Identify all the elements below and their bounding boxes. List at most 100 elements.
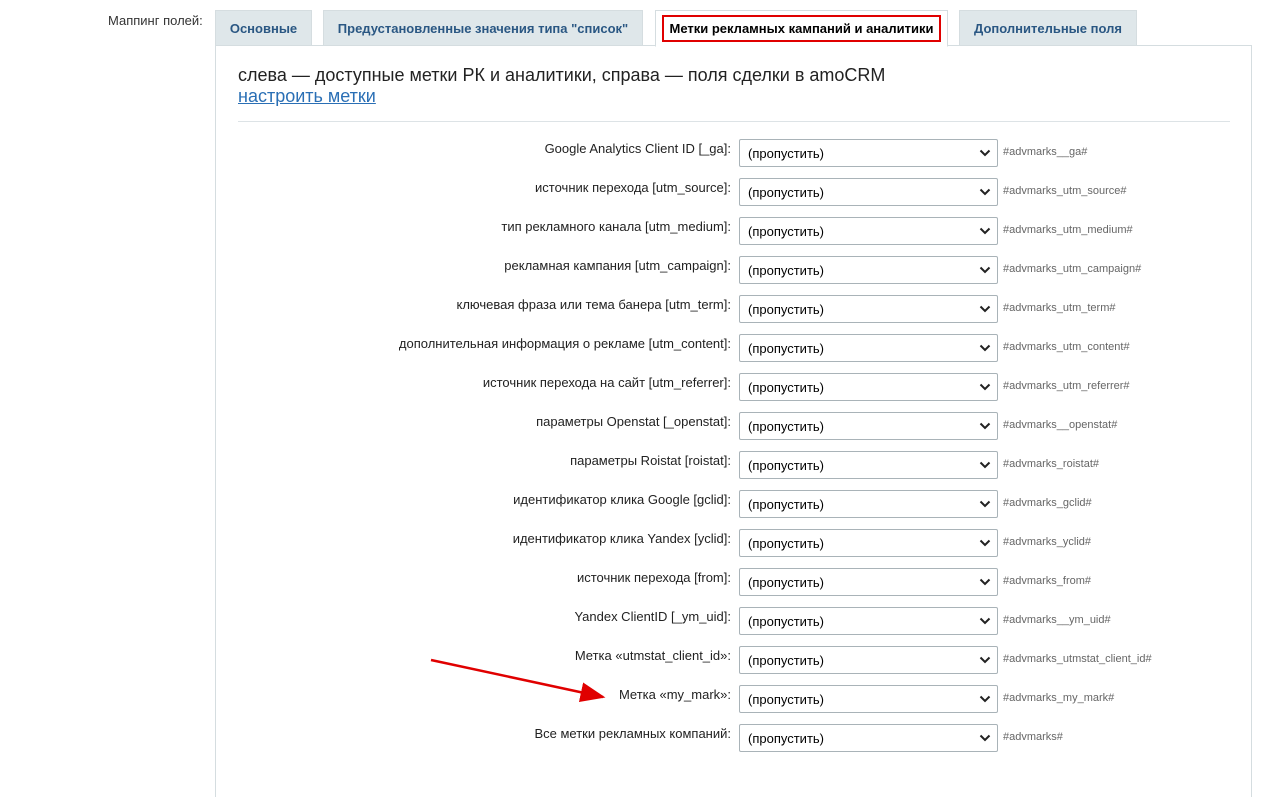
select-value: (пропустить) (748, 302, 824, 317)
select-value: (пропустить) (748, 185, 824, 200)
chevron-down-icon (979, 305, 991, 313)
field-code: #advmarks_utm_medium# (1003, 224, 1133, 236)
select-value: (пропустить) (748, 614, 824, 629)
select-value: (пропустить) (748, 731, 824, 746)
field-code: #advmarks__ym_uid# (1003, 614, 1111, 626)
mapping-row: идентификатор клика Google [gclid]: (проп… (216, 490, 1253, 520)
mapping-label: Маппинг полей: (108, 13, 203, 28)
select-value: (пропустить) (748, 458, 824, 473)
mapping-row: источник перехода [from]: (пропустить) #ad… (216, 568, 1253, 598)
select-value: (пропустить) (748, 419, 824, 434)
select-value: (пропустить) (748, 380, 824, 395)
mapping-row: Метка «utmstat_client_id»: (пропустить) #a… (216, 646, 1253, 676)
tab-ad-marks[interactable]: Метки рекламных кампаний и аналитики (655, 10, 948, 47)
field-label: ключевая фраза или тема банера [utm_term… (456, 297, 731, 312)
chevron-down-icon (979, 227, 991, 235)
field-label: Метка «my_mark»: (618, 687, 731, 702)
select-value: (пропустить) (748, 692, 824, 707)
tab-label: Предустановленные значения типа "список" (337, 20, 629, 36)
field-code: #advmarks_from# (1003, 575, 1092, 587)
chevron-down-icon (979, 617, 991, 625)
select-value: (пропустить) (748, 146, 824, 161)
field-select[interactable]: (пропустить) (739, 685, 998, 713)
select-value: (пропустить) (748, 575, 824, 590)
field-code: #advmarks_utm_source# (1003, 185, 1127, 197)
mapping-row: параметры Openstat [_openstat]: (пропусти… (216, 412, 1253, 442)
mapping-row: Yandex ClientID [_ym_uid]: (пропустить) #a… (216, 607, 1253, 637)
mapping-row: Google Analytics Client ID [_ga]: (пропус… (216, 139, 1253, 169)
field-label: тип рекламного канала [utm_medium]: (501, 219, 731, 234)
field-code: #advmarks_utm_term# (1003, 302, 1116, 314)
tab-label: Основные (229, 20, 298, 36)
mapping-row: параметры Roistat [roistat]: (пропустить)… (216, 451, 1253, 481)
field-label: источник перехода на сайт [utm_referrer]… (482, 375, 731, 390)
field-code: #advmarks_my_mark# (1003, 692, 1115, 704)
field-label: параметры Roistat [roistat]: (570, 453, 731, 468)
mapping-row: Все метки рекламных компаний: (пропустить… (216, 724, 1253, 754)
field-code: #advmarks_roistat# (1003, 458, 1099, 470)
mapping-panel: слева — доступные метки РК и аналитики, … (215, 45, 1252, 797)
mapping-row: Метка «my_mark»: (пропустить) #advmarks_my… (216, 685, 1253, 715)
tab-extra-fields[interactable]: Дополнительные поля (959, 10, 1137, 45)
chevron-down-icon (979, 188, 991, 196)
field-label: источник перехода [utm_source]: (535, 180, 731, 195)
chevron-down-icon (979, 500, 991, 508)
field-label: идентификатор клика Yandex [yclid]: (512, 531, 731, 546)
field-select[interactable]: (пропустить) (739, 529, 998, 557)
field-label: Метка «utmstat_client_id»: (574, 648, 731, 663)
mapping-row: ключевая фраза или тема банера [utm_term… (216, 295, 1253, 325)
select-value: (пропустить) (748, 536, 824, 551)
select-value: (пропустить) (748, 653, 824, 668)
field-label: рекламная кампания [utm_campaign]: (504, 258, 731, 273)
configure-marks-link[interactable]: настроить метки (238, 86, 376, 107)
tab-list-defaults[interactable]: Предустановленные значения типа "список" (323, 10, 643, 45)
select-value: (пропустить) (748, 497, 824, 512)
field-select[interactable]: (пропустить) (739, 646, 998, 674)
field-code: #advmarks_utmstat_client_id# (1003, 653, 1152, 665)
field-label: параметры Openstat [_openstat]: (536, 414, 731, 429)
field-select[interactable]: (пропустить) (739, 334, 998, 362)
divider (238, 121, 1230, 122)
chevron-down-icon (979, 578, 991, 586)
field-select[interactable]: (пропустить) (739, 412, 998, 440)
chevron-down-icon (979, 539, 991, 547)
field-select[interactable]: (пропустить) (739, 724, 998, 752)
chevron-down-icon (979, 149, 991, 157)
field-code: #advmarks_gclid# (1003, 497, 1092, 509)
tab-label: Метки рекламных кампаний и аналитики (662, 15, 941, 42)
page: Маппинг полей: Основные Предустановленны… (0, 0, 1262, 797)
mapping-row: идентификатор клика Yandex [yclid]: (проп… (216, 529, 1253, 559)
tab-basic[interactable]: Основные (215, 10, 312, 45)
field-select[interactable]: (пропустить) (739, 295, 998, 323)
field-label: идентификатор клика Google [gclid]: (513, 492, 731, 507)
chevron-down-icon (979, 422, 991, 430)
field-select[interactable]: (пропустить) (739, 256, 998, 284)
field-select[interactable]: (пропустить) (739, 490, 998, 518)
field-select[interactable]: (пропустить) (739, 607, 998, 635)
field-select[interactable]: (пропустить) (739, 451, 998, 479)
field-label: Google Analytics Client ID [_ga]: (544, 141, 731, 156)
chevron-down-icon (979, 266, 991, 274)
chevron-down-icon (979, 695, 991, 703)
field-code: #advmarks_utm_content# (1003, 341, 1130, 353)
chevron-down-icon (979, 383, 991, 391)
field-code: #advmarks_yclid# (1003, 536, 1092, 548)
field-select[interactable]: (пропустить) (739, 373, 998, 401)
field-code: #advmarks_utm_campaign# (1003, 263, 1142, 275)
mapping-row: тип рекламного канала [utm_medium]: (проп… (216, 217, 1253, 247)
tab-label: Дополнительные поля (974, 20, 1122, 36)
field-select[interactable]: (пропустить) (739, 139, 998, 167)
select-value: (пропустить) (748, 341, 824, 356)
field-label: дополнительная информация о рекламе [utm… (398, 336, 731, 351)
select-value: (пропустить) (748, 224, 824, 239)
field-select[interactable]: (пропустить) (739, 217, 998, 245)
field-code: #advmarks# (1003, 731, 1063, 743)
chevron-down-icon (979, 656, 991, 664)
field-code: #advmarks__ga# (1003, 146, 1088, 158)
chevron-down-icon (979, 734, 991, 742)
field-label: источник перехода [from]: (576, 570, 731, 585)
field-select[interactable]: (пропустить) (739, 178, 998, 206)
mapping-row: дополнительная информация о рекламе [utm… (216, 334, 1253, 364)
chevron-down-icon (979, 461, 991, 469)
field-select[interactable]: (пропустить) (739, 568, 998, 596)
